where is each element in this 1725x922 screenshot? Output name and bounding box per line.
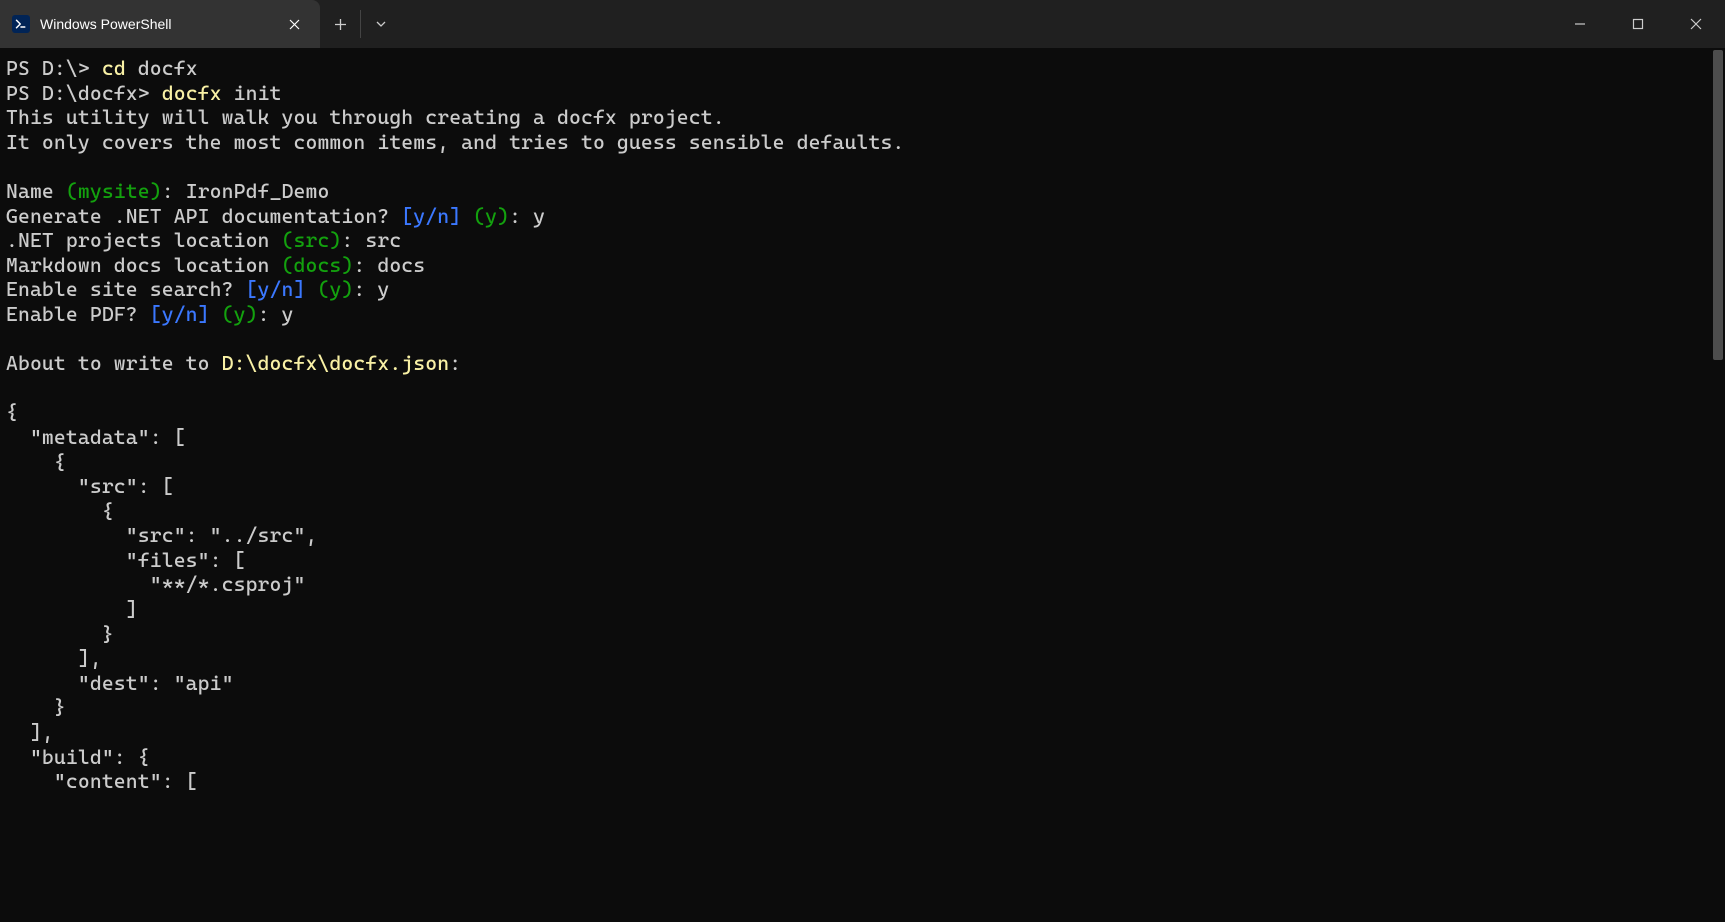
- window-controls: [1551, 0, 1725, 48]
- tab-title: Windows PowerShell: [40, 16, 270, 32]
- json-line: {: [6, 499, 114, 523]
- space: [210, 302, 222, 326]
- option-hint: [y/n]: [150, 302, 210, 326]
- terminal-area[interactable]: PS D:\> cd docfx PS D:\docfx> docfx init…: [0, 48, 1725, 922]
- tab-close-button[interactable]: [280, 10, 308, 38]
- powershell-icon: [12, 15, 30, 33]
- default-value: (docs): [282, 253, 354, 277]
- close-icon: [1690, 18, 1702, 30]
- command-arg: docfx: [138, 56, 198, 80]
- option-hint: [y/n]: [401, 204, 461, 228]
- scrollbar[interactable]: [1711, 48, 1725, 922]
- user-input: IronPdf_Demo: [186, 179, 330, 203]
- json-line: {: [6, 400, 18, 424]
- command-text: docfx: [162, 81, 234, 105]
- default-value: (y): [473, 204, 509, 228]
- json-line: }: [6, 695, 66, 719]
- prompt-label: Markdown docs location: [6, 253, 282, 277]
- json-line: "dest": "api": [6, 671, 234, 695]
- user-input: : y: [509, 204, 545, 228]
- user-input: : src: [341, 228, 401, 252]
- json-line: "**/*.csproj": [6, 572, 305, 596]
- output-line: It only covers the most common items, an…: [6, 130, 904, 154]
- space: [305, 277, 317, 301]
- tab-powershell[interactable]: Windows PowerShell: [0, 0, 320, 48]
- prompt-label: .NET projects location: [6, 228, 282, 252]
- output-line: This utility will walk you through creat…: [6, 105, 725, 129]
- maximize-button[interactable]: [1609, 0, 1667, 48]
- prompt-label: Name: [6, 179, 66, 203]
- user-input: : y: [258, 302, 294, 326]
- prompt-label: Enable PDF?: [6, 302, 150, 326]
- command-arg: init: [234, 81, 282, 105]
- user-input: : y: [353, 277, 389, 301]
- prompt: PS D:\docfx>: [6, 81, 162, 105]
- json-line: "content": [: [6, 769, 198, 793]
- colon: :: [162, 179, 186, 203]
- minimize-icon: [1574, 18, 1586, 30]
- default-value: (src): [282, 228, 342, 252]
- prompt: PS D:\>: [6, 56, 102, 80]
- prompt-label: Enable site search?: [6, 277, 246, 301]
- default-value: (y): [317, 277, 353, 301]
- json-line: }: [6, 622, 114, 646]
- command-text: cd: [102, 56, 138, 80]
- chevron-down-icon: [375, 18, 387, 30]
- new-tab-button[interactable]: [320, 0, 360, 48]
- json-line: "build": {: [6, 745, 150, 769]
- json-line: "src": "../src",: [6, 523, 317, 547]
- option-hint: [y/n]: [246, 277, 306, 301]
- json-line: ],: [6, 720, 54, 744]
- plus-icon: [334, 18, 347, 31]
- titlebar-drag-region[interactable]: [401, 0, 1551, 48]
- space: [461, 204, 473, 228]
- title-bar: Windows PowerShell: [0, 0, 1725, 48]
- json-line: "files": [: [6, 548, 246, 572]
- close-icon: [289, 19, 300, 30]
- tab-dropdown-button[interactable]: [361, 0, 401, 48]
- output-line: About to write to: [6, 351, 222, 375]
- scrollbar-thumb[interactable]: [1713, 50, 1723, 360]
- file-path: D:\docfx\docfx.json: [222, 351, 450, 375]
- default-value: (y): [222, 302, 258, 326]
- json-line: ]: [6, 597, 138, 621]
- colon: :: [449, 351, 461, 375]
- close-window-button[interactable]: [1667, 0, 1725, 48]
- terminal-output: PS D:\> cd docfx PS D:\docfx> docfx init…: [0, 48, 1725, 802]
- user-input: : docs: [353, 253, 425, 277]
- maximize-icon: [1632, 18, 1644, 30]
- json-line: "src": [: [6, 474, 174, 498]
- prompt-label: Generate .NET API documentation?: [6, 204, 401, 228]
- default-value: (mysite): [66, 179, 162, 203]
- json-line: {: [6, 450, 66, 474]
- json-line: "metadata": [: [6, 425, 186, 449]
- json-line: ],: [6, 646, 102, 670]
- minimize-button[interactable]: [1551, 0, 1609, 48]
